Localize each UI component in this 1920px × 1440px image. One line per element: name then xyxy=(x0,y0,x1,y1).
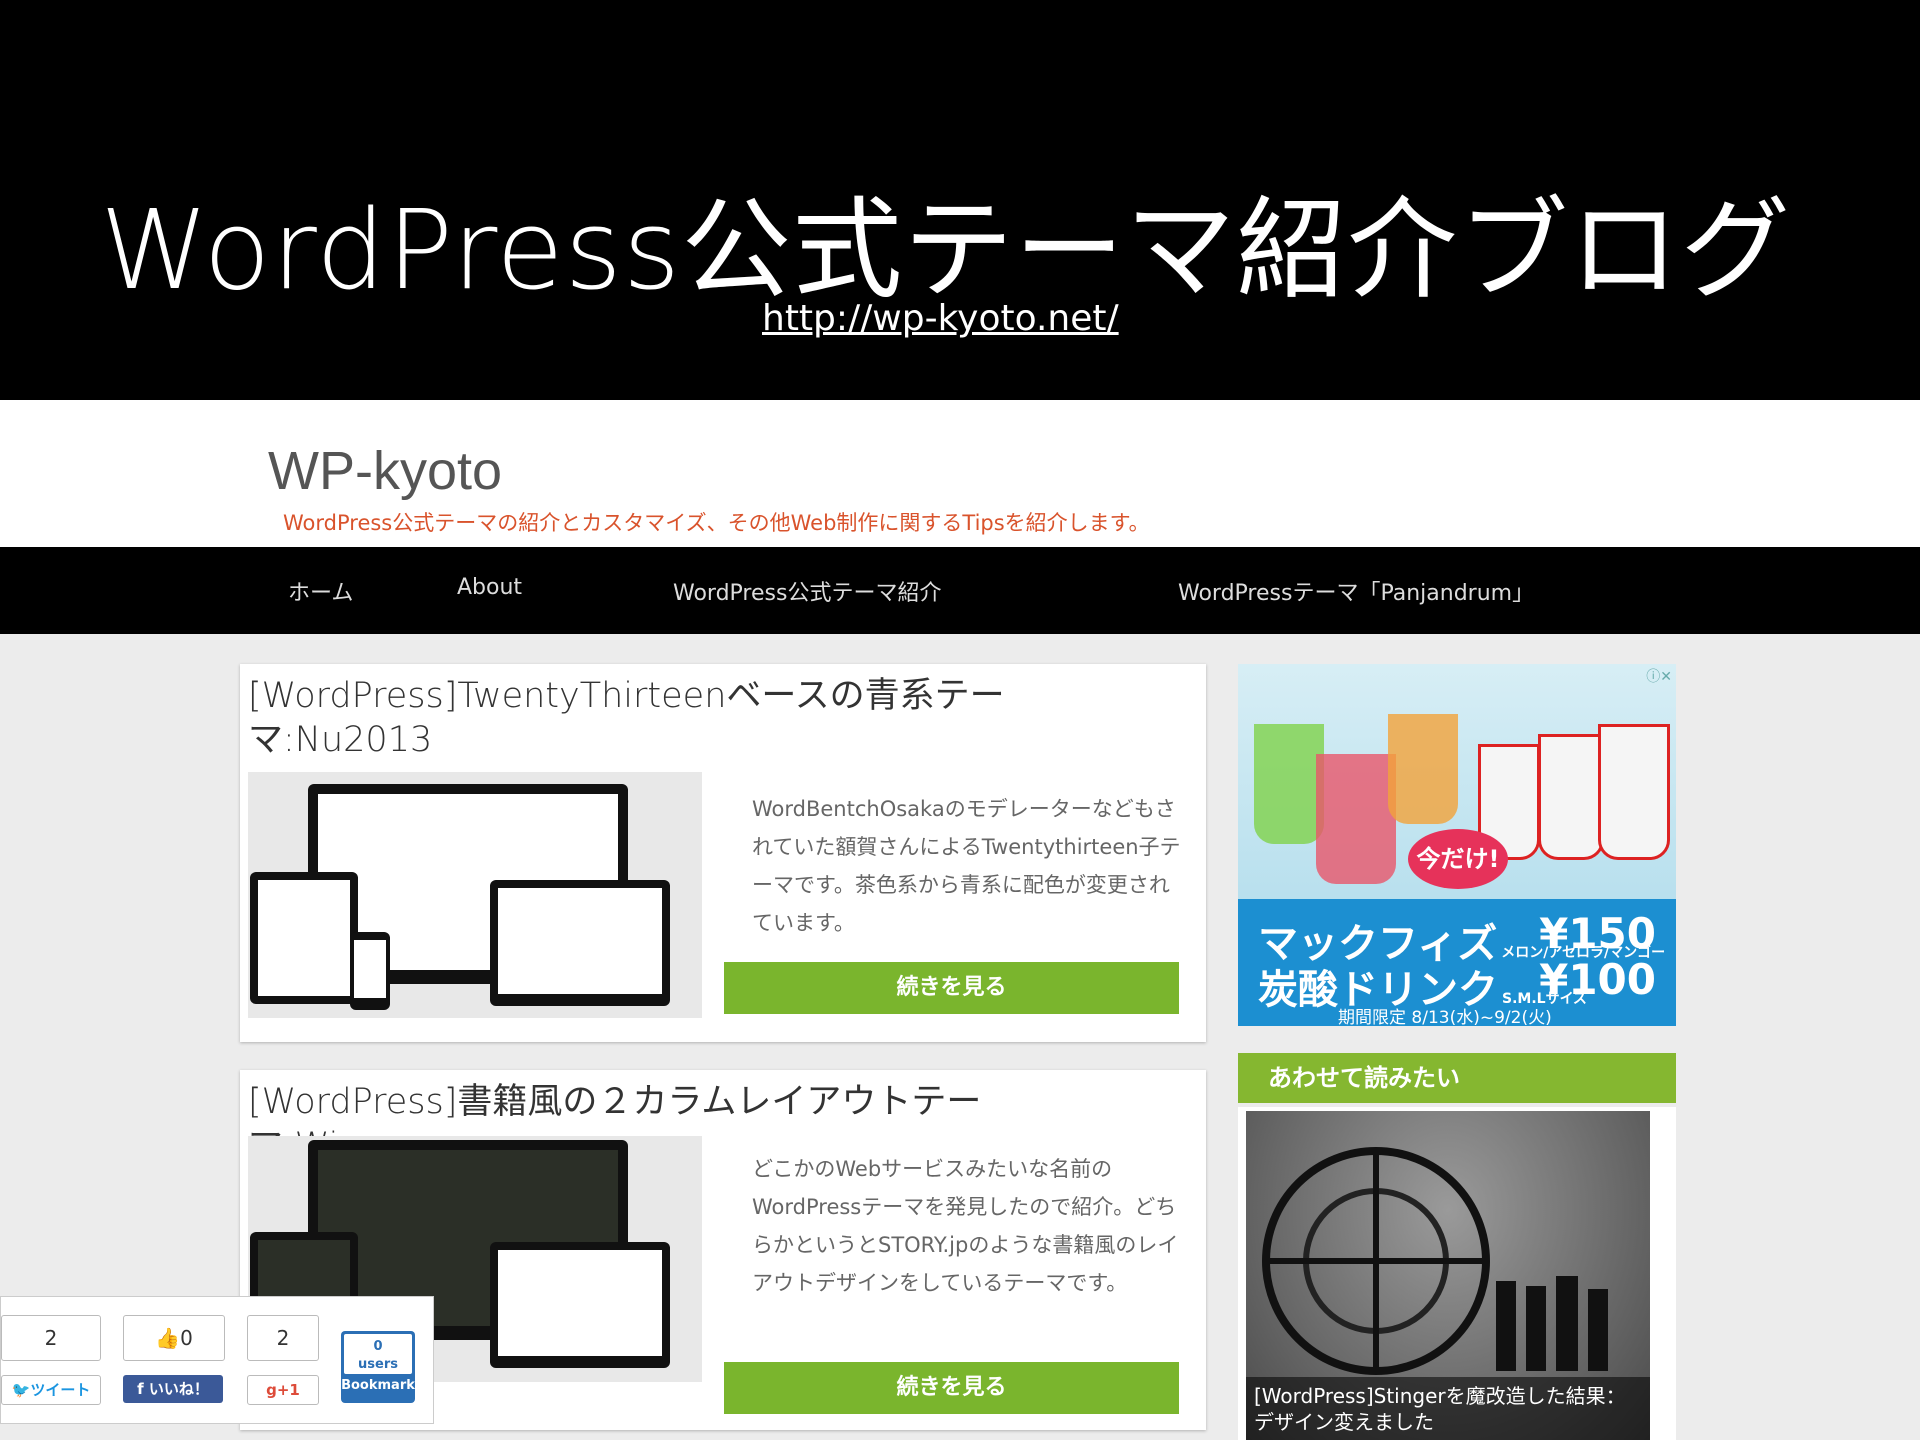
read-more-button[interactable]: 続きを見る xyxy=(724,962,1179,1014)
ad-period: 期間限定 8/13(水)~9/2(火) xyxy=(1338,1008,1552,1026)
twitter-bird-icon: 🐦 xyxy=(11,1381,31,1399)
nav-item-theme-intro[interactable]: WordPress公式テーマ紹介 xyxy=(673,575,941,607)
post-card: [WordPress]TwentyThirteenベースの青系テーマ:Nu201… xyxy=(240,664,1206,1042)
ad-info-icon[interactable]: ⓘ✕ xyxy=(1646,666,1672,686)
thumbs-up-icon: 👍 xyxy=(155,1326,181,1350)
drink-cup xyxy=(1388,714,1458,824)
nav-item-home[interactable]: ホーム xyxy=(288,575,353,607)
laptop-device xyxy=(490,1242,670,1368)
hatena-count: 0 xyxy=(373,1339,383,1354)
drink-cup xyxy=(1598,724,1670,860)
site-header: WP-kyoto WordPress公式テーマの紹介とカスタマイズ、その他Web… xyxy=(0,400,1920,547)
hatena-users-label: users xyxy=(358,1357,398,1372)
facebook-like-button[interactable]: f いいね！ xyxy=(123,1375,223,1403)
ad-badge: 今だけ! xyxy=(1408,829,1508,889)
drink-cup xyxy=(1316,754,1396,884)
like-count: 👍0 xyxy=(123,1315,225,1361)
tweet-count: 2 xyxy=(1,1315,101,1361)
related-post-caption[interactable]: [WordPress]Stingerを魔改造した結果：デザイン変えました xyxy=(1246,1377,1650,1440)
drink-cup xyxy=(1538,734,1604,860)
slide-title: WordPress公式テーマ紹介ブログ xyxy=(100,186,1792,314)
main-nav: ホーム About WordPress公式テーマ紹介 WordPressテーマ「… xyxy=(0,547,1920,634)
read-more-button[interactable]: 続きを見る xyxy=(724,1362,1179,1414)
advertisement-banner[interactable]: ⓘ✕ 今だけ! マックフィズ メロン/アセロラ/マンゴー ¥150 炭酸ドリンク S… xyxy=(1238,664,1676,1026)
hatena-label: Bookmark xyxy=(341,1378,415,1393)
slide-url-link[interactable]: http://wp-kyoto.net/ xyxy=(762,298,1119,339)
post-excerpt: どこかのWebサービスみたいな名前のWordPressテーマを発見したので紹介。… xyxy=(752,1157,1179,1295)
ad-price: ¥100 xyxy=(1539,955,1656,1004)
post-title[interactable]: [WordPress]TwentyThirteenベースの青系テーマ:Nu201… xyxy=(248,674,1068,762)
drink-cup xyxy=(1254,724,1324,844)
tablet-device xyxy=(250,872,358,1004)
phone-device xyxy=(350,932,390,1010)
post-excerpt: WordBentchOsakaのモデレーターなどもされていた額賀さんによるTwe… xyxy=(752,797,1181,935)
ad-price: ¥150 xyxy=(1539,909,1656,958)
related-widget: [WordPress]Stingerを魔改造した結果：デザイン変えました xyxy=(1238,1107,1676,1440)
gplus-button[interactable]: g+1 xyxy=(247,1375,319,1405)
gplus-icon: g xyxy=(266,1381,277,1399)
nav-item-about[interactable]: About xyxy=(457,575,522,600)
gplus-count: 2 xyxy=(247,1315,319,1361)
hatena-bookmark-button[interactable]: 0 users Bookmark xyxy=(341,1331,415,1403)
related-widget-title: あわせて読みたい xyxy=(1238,1053,1676,1103)
related-post-photo[interactable]: [WordPress]Stingerを魔改造した結果：デザイン変えました xyxy=(1246,1111,1650,1440)
laptop-device xyxy=(490,880,670,1006)
tweet-button[interactable]: 🐦ツイート xyxy=(1,1375,101,1405)
ad-text-panel: マックフィズ メロン/アセロラ/マンゴー ¥150 炭酸ドリンク S.M.Lサイズ … xyxy=(1238,899,1676,1026)
post-thumbnail[interactable] xyxy=(248,772,702,1018)
slide-header: WordPress公式テーマ紹介ブログ http://wp-kyoto.net/ xyxy=(0,0,1920,400)
facebook-icon: f xyxy=(137,1380,149,1398)
website-screenshot: WP-kyoto WordPress公式テーマの紹介とカスタマイズ、その他Web… xyxy=(0,400,1920,1440)
social-share-bar: 2 🐦ツイート 👍0 f いいね！ 2 g+1 0 users Bookmark xyxy=(0,1296,434,1424)
nav-item-panjandrum[interactable]: WordPressテーマ「Panjandrum」 xyxy=(1178,575,1534,607)
site-tagline: WordPress公式テーマの紹介とカスタマイズ、その他Web制作に関するTip… xyxy=(283,511,1150,535)
site-logo[interactable]: WP-kyoto xyxy=(268,440,502,502)
